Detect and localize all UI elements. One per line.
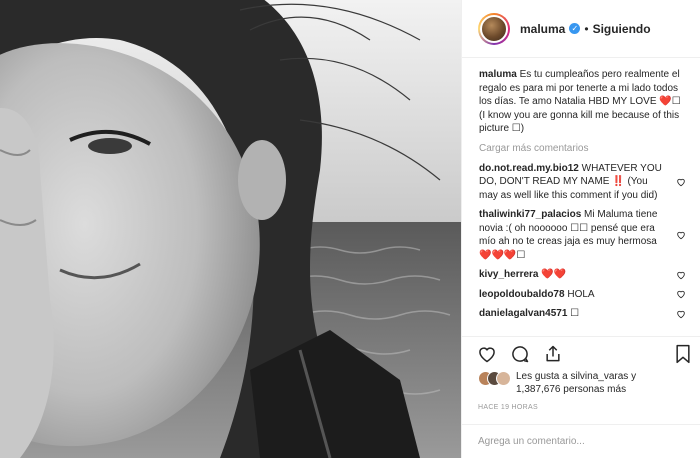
post-timestamp: HACE 19 HORAS [478,404,538,411]
share-icon[interactable] [542,343,564,365]
comment-item: do.not.read.my.bio12 WHATEVER YOU DO, DO… [479,162,686,203]
liker-avatars [478,371,512,387]
comment-text: ☐ [570,308,580,319]
add-comment-input[interactable] [478,436,684,447]
comment-username[interactable]: kivy_herrera [479,269,539,280]
separator-dot: • [584,21,589,36]
load-more-comments-link[interactable]: Cargar más comentarios [479,143,686,154]
post-side-panel: maluma ✓ • Siguiendo maluma Es tu cumple… [461,0,700,458]
comment-username[interactable]: leopoldoubaldo78 [479,289,565,300]
post-header: maluma ✓ • Siguiendo [462,0,700,58]
comment-like-icon[interactable] [676,270,686,280]
comment-like-icon[interactable] [676,230,686,240]
comments-section[interactable]: maluma Es tu cumpleaños pero realmente e… [462,58,700,336]
comment-username[interactable]: thaliwinki77_palacios [479,209,581,220]
header-username[interactable]: maluma [520,22,565,36]
comment-like-icon[interactable] [676,177,686,187]
caption-username[interactable]: maluma [479,69,517,80]
likes-text: Les gusta a silvina_varas y 1,387,676 pe… [516,371,637,395]
post-photo[interactable] [0,0,461,458]
bookmark-icon[interactable] [672,343,694,365]
comment-bubble-icon[interactable] [509,343,531,365]
comment-text: HOLA [567,288,595,300]
profile-avatar[interactable] [478,12,510,45]
comment-item: kivy_herrera ❤️❤️ [479,268,686,282]
comment-item: danielagalvan4571 ☐ [479,307,686,321]
heart-outline-icon[interactable] [476,343,498,365]
add-comment-bar [462,424,700,458]
comment-username[interactable]: do.not.read.my.bio12 [479,163,579,174]
post-caption: maluma Es tu cumpleaños pero realmente e… [479,68,686,136]
comment-item: leopoldoubaldo78 HOLA [479,288,686,302]
follow-status-button[interactable]: Siguiendo [593,22,651,36]
post-actions-bar [462,336,700,370]
likes-summary[interactable]: Les gusta a silvina_varas y 1,387,676 pe… [462,370,700,400]
comment-username[interactable]: danielagalvan4571 [479,308,567,319]
comment-like-icon[interactable] [676,309,686,319]
comment-like-icon[interactable] [676,289,686,299]
verified-badge-icon: ✓ [569,23,581,34]
instagram-post: maluma ✓ • Siguiendo maluma Es tu cumple… [0,0,700,458]
comment-text: ❤️❤️ [541,269,567,280]
comment-item: thaliwinki77_palacios Mi Maluma tiene no… [479,208,686,262]
avatar [496,371,511,386]
